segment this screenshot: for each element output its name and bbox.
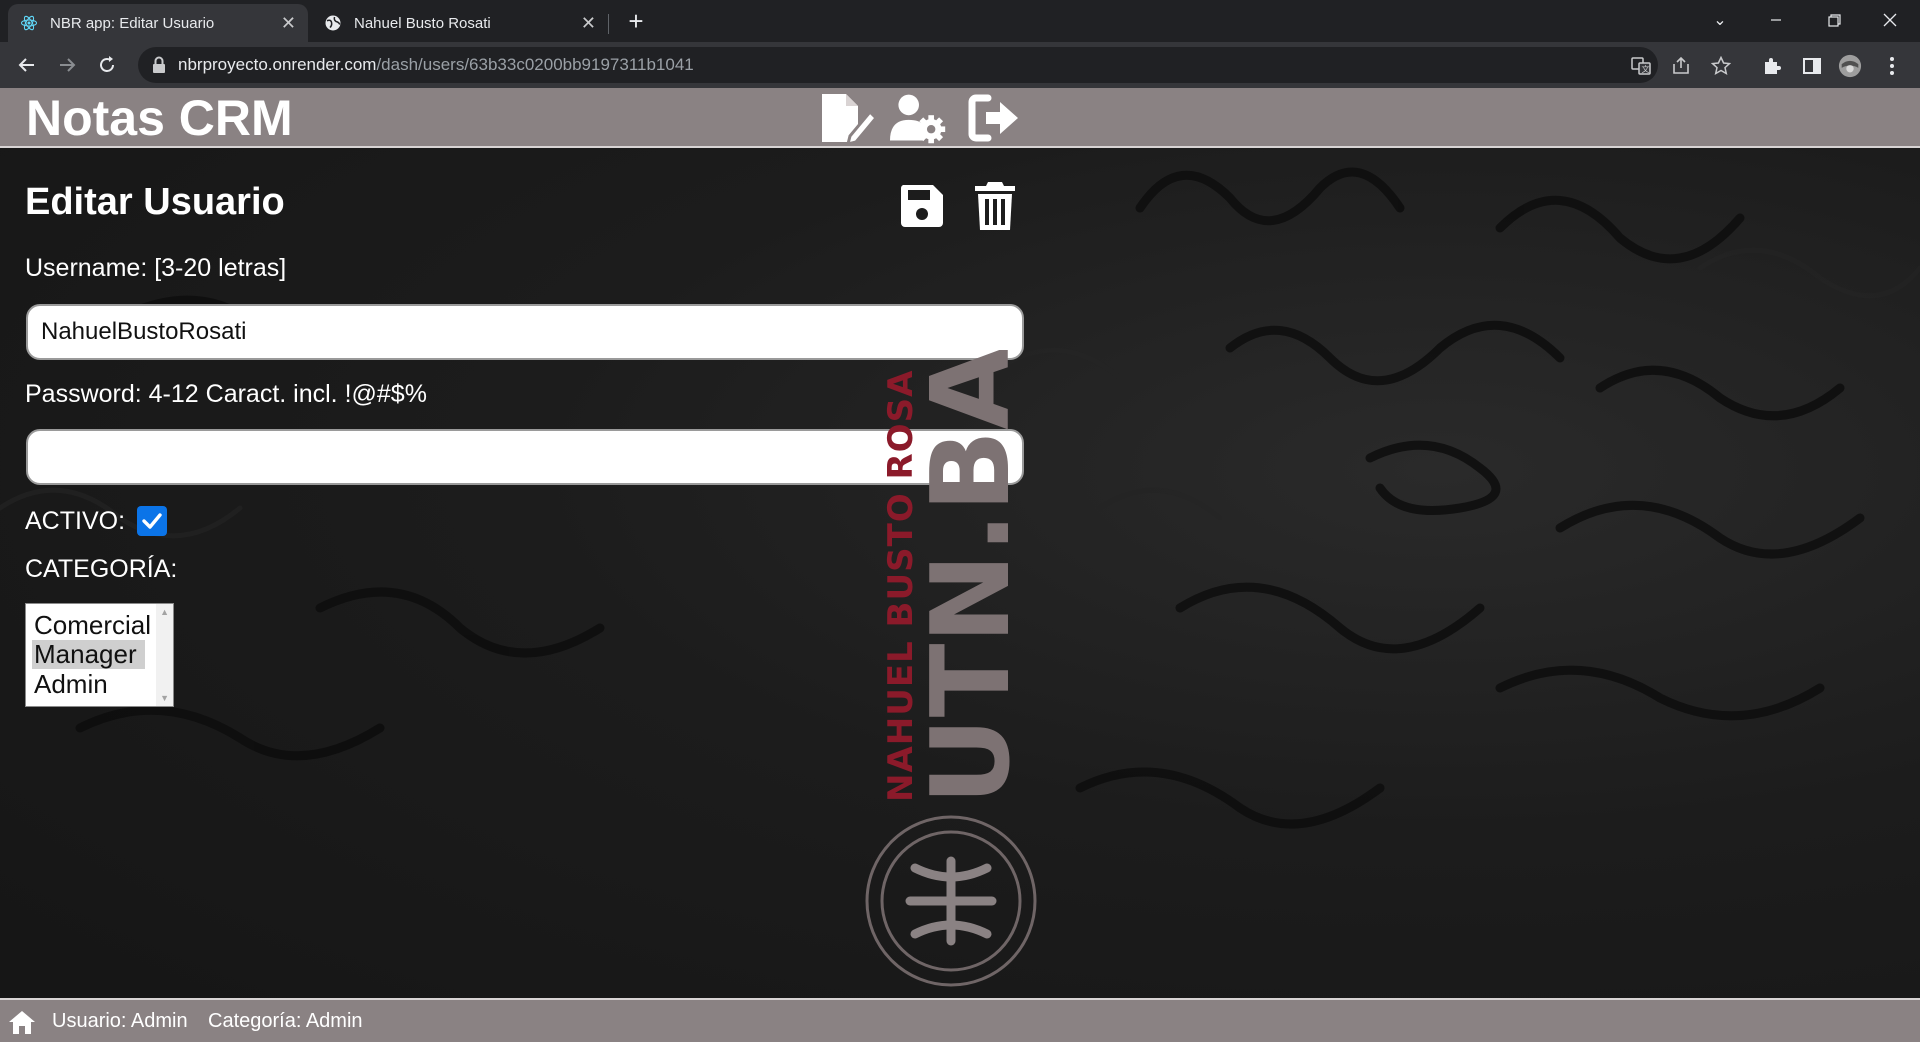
home-icon[interactable] [8,1008,36,1036]
save-icon[interactable] [897,180,947,232]
app-header: Notas CRM [0,88,1920,148]
restore-button[interactable] [1806,0,1862,40]
new-tab-button[interactable]: + [622,8,650,36]
react-icon [20,14,38,32]
extensions-puzzle-icon[interactable] [1760,54,1784,78]
active-checkbox[interactable] [137,506,167,536]
scroll-up-icon[interactable]: ▲ [160,607,169,617]
scroll-down-icon[interactable]: ▼ [160,693,169,703]
trash-icon[interactable] [970,180,1020,232]
url-text[interactable]: nbrproyecto.onrender.com/dash/users/63b3… [178,55,694,75]
watermark-brand: UTN.BA [909,350,1034,805]
browser-menu-icon[interactable] [1880,54,1904,78]
globe-icon [324,14,342,32]
app-viewport: Notas CRM Editar Usuario Username: [3-20… [0,88,1920,1042]
side-panel-icon[interactable] [1800,54,1824,78]
handwriting-background [0,167,1920,829]
logout-icon[interactable] [966,92,1024,144]
username-input[interactable] [26,304,1024,360]
category-label: CATEGORÍA: [25,555,178,583]
tab-search-icon[interactable]: ⌄ [1692,0,1748,40]
app-title[interactable]: Notas CRM [26,90,293,146]
reload-button[interactable] [90,48,124,82]
new-note-icon[interactable] [820,92,878,144]
password-input[interactable] [26,429,1024,485]
app-footer: Usuario: Admin Categoría: Admin [0,998,1920,1042]
utn-seal-icon [865,815,1037,987]
translate-icon[interactable]: 文 [1630,55,1652,77]
browser-tab-bar: NBR app: Editar Usuario ✕ Nahuel Busto R… [0,0,1920,42]
svg-text:文: 文 [1642,64,1650,74]
back-button[interactable] [10,48,44,82]
password-label: Password: 4-12 Caract. incl. !@#$% [25,380,427,408]
checkmark-icon [142,513,162,529]
forward-button[interactable] [50,48,84,82]
tab-nahuel-busto-rosati[interactable]: Nahuel Busto Rosati ✕ [312,4,608,42]
address-bar[interactable]: nbrproyecto.onrender.com/dash/users/63b3… [138,47,1731,83]
tab-close-icon[interactable]: ✕ [281,13,296,34]
listbox-scrollbar[interactable]: ▲ ▼ [156,604,173,706]
share-icon[interactable] [1670,55,1692,77]
category-option-comercial[interactable]: Comercial [32,611,153,640]
tab-editar-usuario[interactable]: NBR app: Editar Usuario ✕ [8,4,308,42]
lock-icon[interactable] [152,56,166,79]
tab-close-icon[interactable]: ✕ [581,13,596,34]
active-label: ACTIVO: [25,507,126,535]
tab-separator [608,14,609,34]
tab-title: NBR app: Editar Usuario [50,14,215,32]
bookmark-star-icon[interactable] [1710,55,1732,77]
profile-avatar[interactable] [1838,54,1862,78]
username-label: Username: [3-20 letras] [25,254,287,282]
category-option-manager[interactable]: Manager [32,640,145,669]
minimize-button[interactable] [1748,0,1804,40]
footer-user: Usuario: Admin [52,1010,188,1032]
category-option-admin[interactable]: Admin [32,670,110,699]
footer-category: Categoría: Admin [208,1010,363,1032]
browser-toolbar: nbrproyecto.onrender.com/dash/users/63b3… [0,42,1920,88]
tab-title: Nahuel Busto Rosati [354,14,491,32]
category-listbox[interactable]: Comercial Manager Admin ▲ ▼ [25,603,174,707]
close-window-button[interactable] [1862,0,1918,40]
page-title: Editar Usuario [25,181,285,223]
user-settings-icon[interactable] [890,92,948,144]
